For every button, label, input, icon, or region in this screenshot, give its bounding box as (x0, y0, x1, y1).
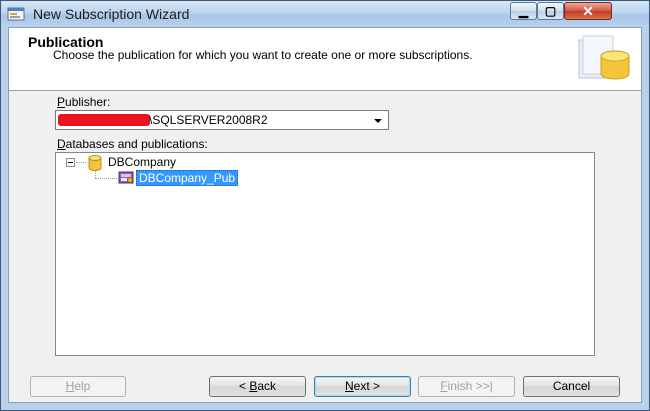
wizard-header: Publication Choose the publication for w… (9, 28, 641, 91)
close-button[interactable]: ✕ (564, 2, 612, 20)
app-icon (7, 7, 25, 21)
chevron-down-icon (374, 119, 382, 123)
minimize-icon: ▁ (518, 4, 529, 18)
tree-node-database[interactable]: DBCompany (56, 154, 356, 171)
title-bar[interactable]: New Subscription Wizard ▁ ▢ ✕ (1, 1, 649, 27)
maximize-button[interactable]: ▢ (537, 2, 564, 20)
publication-icon (118, 171, 134, 184)
back-button[interactable]: < Back (209, 376, 306, 397)
tree-node-publication[interactable]: DBCompany_Pub (56, 170, 356, 186)
tree-node-label-selected: DBCompany_Pub (136, 170, 239, 186)
publisher-value: \SQLSERVER2008R2 (149, 113, 268, 127)
window-title: New Subscription Wizard (33, 6, 190, 22)
publisher-dropdown[interactable]: \SQLSERVER2008R2 (55, 110, 389, 130)
databases-label: Databases and publications: (57, 137, 208, 151)
finish-button[interactable]: Finish >>| (418, 376, 515, 397)
collapse-icon[interactable] (66, 158, 75, 167)
cancel-button[interactable]: Cancel (523, 376, 620, 397)
next-button[interactable]: Next > (314, 376, 411, 397)
help-button[interactable]: Help (30, 376, 126, 397)
minimize-button[interactable]: ▁ (510, 2, 537, 20)
tree-node-label: DBCompany (108, 155, 177, 169)
close-icon: ✕ (582, 3, 594, 19)
redaction-mark (58, 114, 150, 126)
publisher-label: Publisher: (57, 95, 111, 109)
page-subtitle: Choose the publication for which you wan… (53, 48, 473, 62)
maximize-icon: ▢ (544, 4, 557, 18)
publications-tree[interactable]: DBCompany DBCompany_Pub (55, 152, 595, 356)
wizard-window: New Subscription Wizard ▁ ▢ ✕ Publicatio… (0, 0, 650, 411)
database-wizard-icon (578, 35, 630, 80)
wizard-client-area: Publication Choose the publication for w… (8, 27, 642, 403)
database-icon (88, 155, 102, 171)
